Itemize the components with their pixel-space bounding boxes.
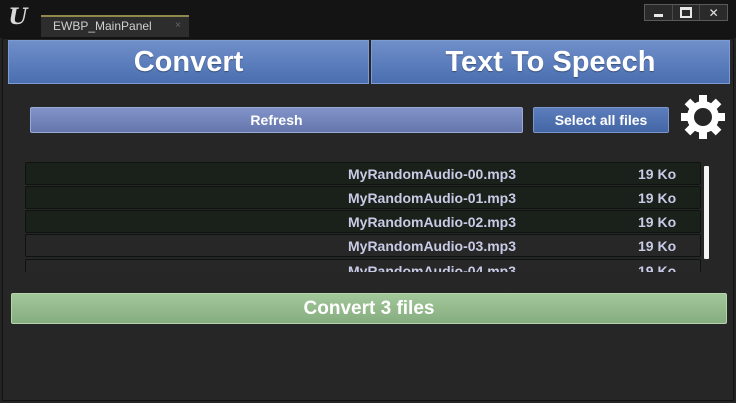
file-name: MyRandomAudio-01.mp3 — [348, 190, 517, 206]
gear-icon[interactable] — [679, 93, 727, 141]
tab-label: EWBP_MainPanel — [53, 19, 152, 33]
tab-text-to-speech[interactable]: Text To Speech — [371, 40, 730, 84]
file-row[interactable]: MyRandomAudio-01.mp3 19 Ko — [25, 186, 701, 209]
file-row[interactable]: MyRandomAudio-02.mp3 19 Ko — [25, 210, 701, 233]
tab-convert[interactable]: Convert — [8, 40, 369, 84]
window-controls: ✕ — [644, 4, 728, 21]
tab-main-panel[interactable]: EWBP_MainPanel × — [41, 15, 189, 37]
file-name: MyRandomAudio-04.mp3 — [348, 263, 517, 272]
tab-close-icon[interactable]: × — [175, 20, 181, 31]
maximize-button[interactable] — [671, 5, 700, 20]
close-icon: ✕ — [708, 5, 719, 20]
scrollbar[interactable] — [704, 166, 709, 259]
file-name: MyRandomAudio-02.mp3 — [348, 214, 517, 230]
maximize-icon — [680, 7, 692, 18]
file-row[interactable]: MyRandomAudio-00.mp3 19 Ko — [25, 162, 701, 185]
file-size: 19 Ko — [638, 263, 677, 272]
file-name: MyRandomAudio-00.mp3 — [348, 166, 517, 182]
minimize-icon — [653, 13, 663, 17]
close-button[interactable]: ✕ — [699, 5, 727, 20]
unreal-logo-icon: U — [8, 4, 28, 30]
file-size: 19 Ko — [638, 190, 677, 206]
title-bar: U EWBP_MainPanel × ✕ — [0, 0, 736, 38]
refresh-button[interactable]: Refresh — [30, 107, 523, 133]
file-size: 19 Ko — [638, 214, 677, 230]
minimize-button[interactable] — [645, 5, 672, 20]
file-list[interactable]: MyRandomAudio-00.mp3 19 Ko MyRandomAudio… — [25, 162, 701, 272]
convert-files-button[interactable]: Convert 3 files — [11, 293, 727, 324]
file-name: MyRandomAudio-03.mp3 — [348, 238, 517, 254]
file-size: 19 Ko — [638, 238, 677, 254]
file-row[interactable]: MyRandomAudio-04.mp3 19 Ko — [25, 259, 701, 272]
file-size: 19 Ko — [638, 166, 677, 182]
file-row[interactable]: MyRandomAudio-03.mp3 19 Ko — [25, 234, 701, 257]
select-all-files-button[interactable]: Select all files — [533, 107, 669, 133]
